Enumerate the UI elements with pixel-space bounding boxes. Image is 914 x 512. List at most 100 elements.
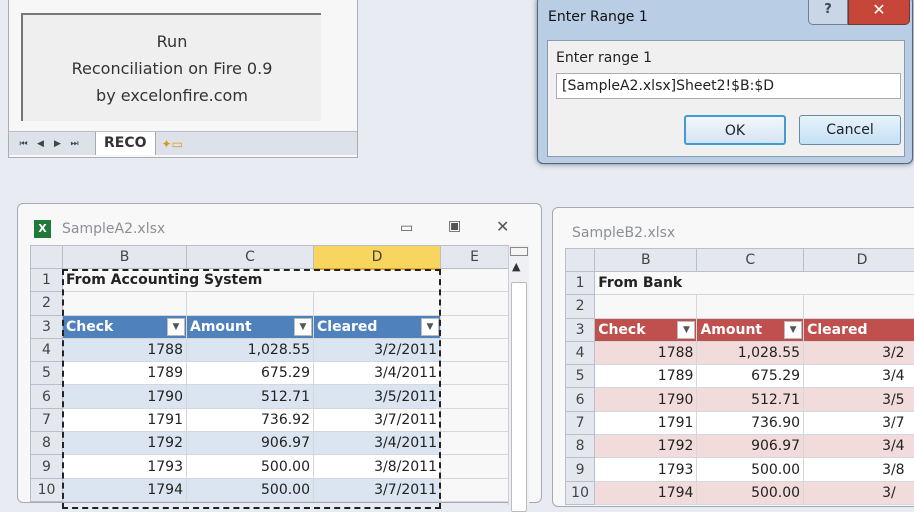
row-header[interactable]: 4	[566, 341, 595, 364]
minimize-icon[interactable]: ▭	[400, 220, 413, 236]
first-sheet-icon[interactable]: ⏮	[15, 139, 32, 149]
table-cell[interactable]: 1788	[63, 338, 187, 361]
column-header-b[interactable]: B	[63, 246, 187, 269]
scroll-up-icon[interactable]: ▲	[512, 260, 520, 273]
filter-dropdown-icon[interactable]: ▼	[421, 318, 439, 336]
ok-button[interactable]: OK	[684, 115, 786, 145]
cell[interactable]	[63, 292, 187, 315]
cell[interactable]	[441, 338, 509, 361]
filter-dropdown-icon[interactable]: ▼	[294, 318, 312, 336]
row-header[interactable]: 7	[566, 411, 595, 434]
cell[interactable]	[441, 432, 509, 455]
row-header[interactable]: 2	[31, 292, 63, 315]
cell[interactable]	[441, 292, 509, 315]
row-header[interactable]: 3	[566, 318, 595, 341]
table-header-cell[interactable]: Amount▼	[697, 318, 804, 341]
table-cell[interactable]: 3/4/2011	[314, 362, 441, 385]
table-cell[interactable]: 3/8	[804, 458, 914, 481]
restore-icon[interactable]: ▣	[448, 218, 461, 234]
insert-sheet-icon[interactable]: ✦▭	[162, 137, 183, 151]
table-cell[interactable]: 906.97	[187, 432, 314, 455]
column-header-d[interactable]: D	[804, 249, 914, 272]
table-cell[interactable]: 1792	[595, 435, 697, 458]
table-cell[interactable]: 1788	[595, 341, 697, 364]
table-cell[interactable]: 1,028.55	[187, 338, 314, 361]
cell[interactable]	[804, 295, 914, 318]
column-header-c[interactable]: C	[187, 246, 314, 269]
scroll-thumb[interactable]	[511, 282, 527, 512]
row-header[interactable]: 2	[566, 295, 595, 318]
table-cell[interactable]: 1792	[63, 432, 187, 455]
table-cell[interactable]: 1790	[63, 385, 187, 408]
table-cell[interactable]: 1794	[63, 478, 187, 501]
next-sheet-icon[interactable]: ▶	[49, 139, 66, 149]
row-header[interactable]: 1	[31, 269, 63, 292]
table-cell[interactable]: 3/7	[804, 411, 914, 434]
table-cell[interactable]: 736.90	[697, 411, 804, 434]
table-header-cell[interactable]: Cleared▼	[314, 315, 441, 338]
cell[interactable]	[595, 295, 697, 318]
table-cell[interactable]: 1791	[63, 408, 187, 431]
row-header[interactable]: 3	[31, 315, 63, 338]
table-cell[interactable]: 675.29	[187, 362, 314, 385]
row-header[interactable]: 8	[31, 432, 63, 455]
table-cell[interactable]: 1793	[63, 455, 187, 478]
row-header[interactable]: 6	[566, 388, 595, 411]
cancel-button[interactable]: Cancel	[799, 115, 901, 145]
table-cell[interactable]: 500.00	[697, 458, 804, 481]
table-cell[interactable]: 3/4/2011	[314, 432, 441, 455]
spreadsheet-grid[interactable]: BCD1From Bank23Check▼Amount▼Cleared41788…	[565, 248, 914, 505]
prev-sheet-icon[interactable]: ◀	[32, 139, 49, 149]
table-cell[interactable]: 675.29	[697, 365, 804, 388]
row-header[interactable]: 1	[566, 272, 595, 295]
caption-cell[interactable]: From Accounting System	[63, 269, 441, 292]
table-cell[interactable]: 1791	[595, 411, 697, 434]
table-cell[interactable]: 3/5	[804, 388, 914, 411]
cell[interactable]	[697, 295, 804, 318]
column-header-c[interactable]: C	[697, 249, 804, 272]
table-cell[interactable]: 1789	[63, 362, 187, 385]
table-cell[interactable]: 906.97	[697, 435, 804, 458]
table-cell[interactable]: 1793	[595, 458, 697, 481]
table-cell[interactable]: 500.00	[187, 478, 314, 501]
filter-dropdown-icon[interactable]: ▼	[167, 318, 185, 336]
table-cell[interactable]: 3/4	[804, 435, 914, 458]
table-cell[interactable]: 1789	[595, 365, 697, 388]
table-cell[interactable]: 512.71	[697, 388, 804, 411]
close-button[interactable]: ✕	[848, 0, 910, 25]
row-header[interactable]: 10	[566, 481, 595, 504]
caption-cell[interactable]: From Bank	[595, 272, 914, 295]
help-button[interactable]: ?	[808, 0, 848, 25]
cell[interactable]	[441, 315, 509, 338]
table-cell[interactable]: 736.92	[187, 408, 314, 431]
column-header-b[interactable]: B	[595, 249, 697, 272]
table-cell[interactable]: 3/4	[804, 365, 914, 388]
table-cell[interactable]: 3/8/2011	[314, 455, 441, 478]
select-all-corner[interactable]	[31, 246, 63, 269]
row-header[interactable]: 10	[31, 478, 63, 501]
table-cell[interactable]: 3/	[804, 481, 914, 504]
row-header[interactable]: 7	[31, 408, 63, 431]
table-cell[interactable]: 1794	[595, 481, 697, 504]
last-sheet-icon[interactable]: ⏭	[66, 139, 83, 149]
table-cell[interactable]: 3/7/2011	[314, 478, 441, 501]
table-cell[interactable]: 3/2/2011	[314, 338, 441, 361]
filter-dropdown-icon[interactable]: ▼	[784, 321, 802, 339]
cell[interactable]	[441, 362, 509, 385]
cell[interactable]	[441, 455, 509, 478]
range-input[interactable]	[556, 73, 901, 99]
row-header[interactable]: 8	[566, 435, 595, 458]
row-header[interactable]: 5	[566, 365, 595, 388]
row-header[interactable]: 6	[31, 385, 63, 408]
cell[interactable]	[314, 292, 441, 315]
filter-dropdown-icon[interactable]: ▼	[677, 321, 695, 339]
table-cell[interactable]: 3/5/2011	[314, 385, 441, 408]
cell[interactable]	[441, 385, 509, 408]
table-cell[interactable]: 512.71	[187, 385, 314, 408]
row-header[interactable]: 5	[31, 362, 63, 385]
row-header[interactable]: 9	[566, 458, 595, 481]
split-handle[interactable]	[510, 247, 528, 256]
cell[interactable]	[187, 292, 314, 315]
table-cell[interactable]: 1790	[595, 388, 697, 411]
column-header-d[interactable]: D	[314, 246, 441, 269]
